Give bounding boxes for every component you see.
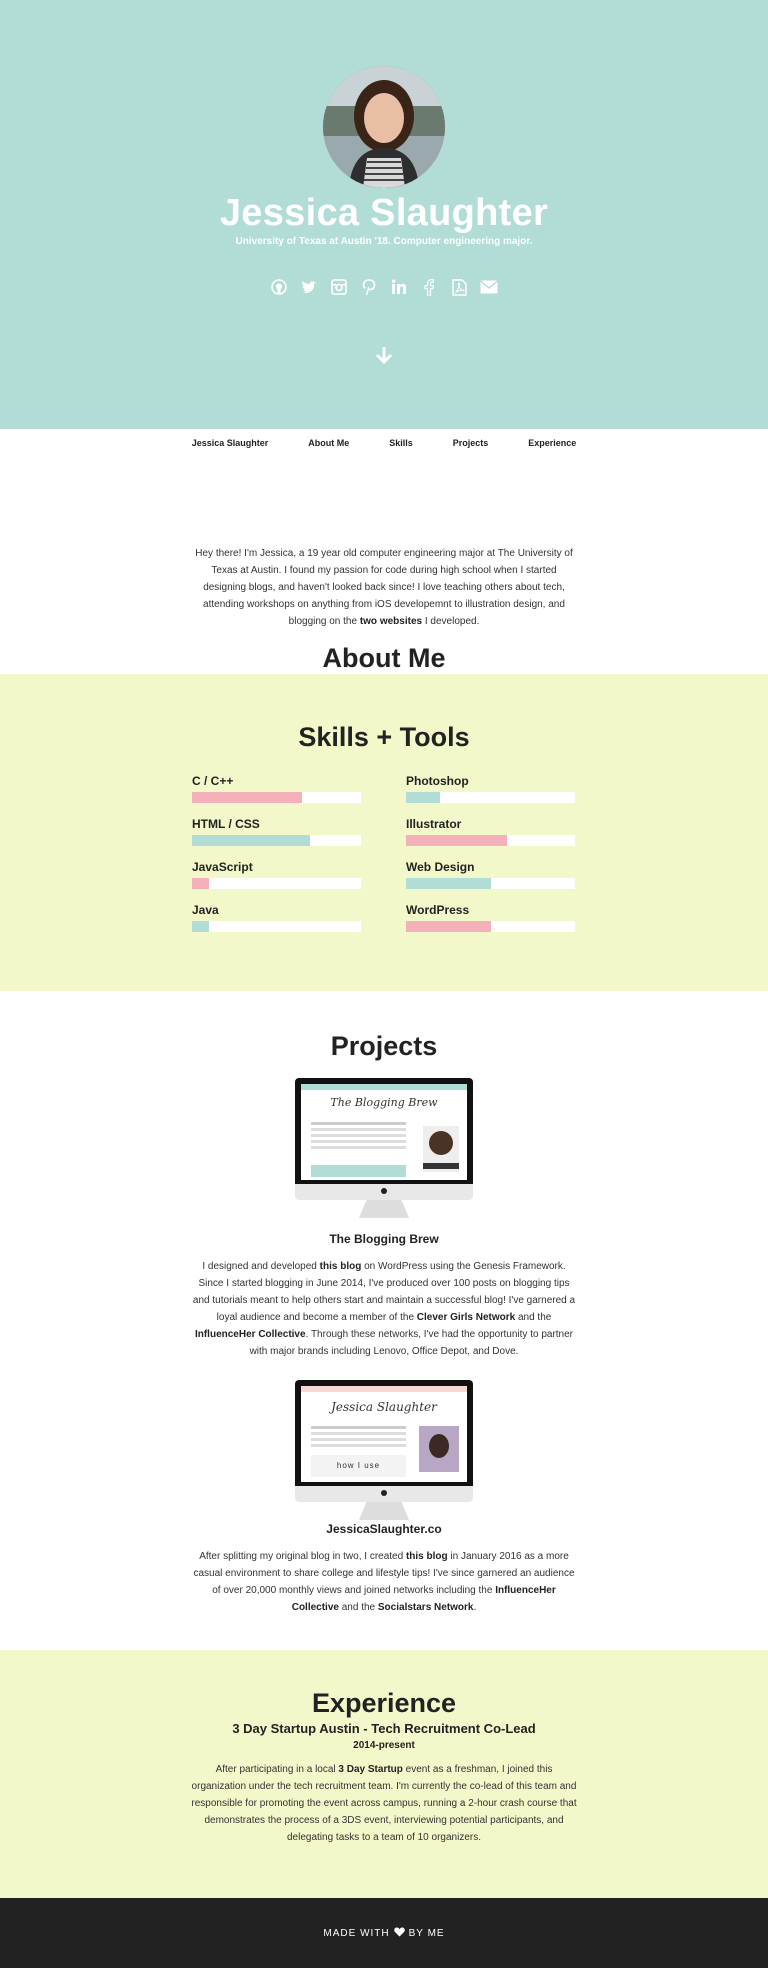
skill-item: HTML / CSS bbox=[192, 817, 361, 846]
skill-item: Photoshop bbox=[406, 774, 575, 803]
project-item: Jessica Slaughter how I use JessicaSlaug… bbox=[0, 1380, 768, 1616]
skill-bar-fill bbox=[192, 835, 311, 846]
skill-bar-fill bbox=[192, 921, 209, 932]
envelope-icon[interactable] bbox=[480, 278, 498, 296]
projects-title: Projects bbox=[330, 1031, 438, 1061]
screen-text: how I use bbox=[311, 1455, 406, 1477]
project-link[interactable]: this blog bbox=[406, 1551, 448, 1562]
skills-grid: C / C++ Photoshop HTML / CSS Illustrator… bbox=[192, 774, 576, 932]
linkedin-icon[interactable] bbox=[390, 278, 408, 296]
skill-name: HTML / CSS bbox=[192, 817, 260, 831]
skills-section: Skills + Tools C / C++ Photoshop HTML / … bbox=[0, 674, 768, 991]
skill-name: Illustrator bbox=[406, 817, 462, 831]
experience-section: Experience 3 Day Startup Austin - Tech R… bbox=[0, 1650, 768, 1898]
project-item: The Blogging Brew The Blogging Brew I de… bbox=[0, 1078, 768, 1360]
hero-name: Jessica Slaughter bbox=[219, 192, 549, 234]
nav-item-about[interactable]: About Me bbox=[288, 438, 369, 448]
about-title: About Me bbox=[322, 643, 446, 673]
skill-name: WordPress bbox=[406, 903, 470, 917]
pdf-icon[interactable] bbox=[450, 278, 468, 296]
skill-bar-fill bbox=[192, 792, 302, 803]
nav-item-home[interactable]: Jessica Slaughter bbox=[172, 438, 289, 448]
about-text: Hey there! I'm Jessica, a 19 year old co… bbox=[195, 548, 573, 627]
skill-name: Web Design bbox=[406, 860, 475, 874]
hero-section: Jessica Slaughter University of Texas at… bbox=[0, 0, 768, 429]
projects-section: Projects The Blogging Brew The Blogging … bbox=[0, 991, 768, 1650]
project-screenshot[interactable]: Jessica Slaughter how I use bbox=[295, 1380, 473, 1520]
skill-bar bbox=[406, 835, 575, 846]
hero-tagline: University of Texas at Austin '18. Compu… bbox=[235, 236, 533, 247]
skill-bar-fill bbox=[406, 835, 508, 846]
skill-item: WordPress bbox=[406, 903, 575, 932]
project-description: I designed and developed this blog on Wo… bbox=[192, 1261, 576, 1357]
github-icon[interactable] bbox=[270, 278, 288, 296]
skill-name: C / C++ bbox=[192, 774, 234, 788]
project-description: After splitting my original blog in two,… bbox=[193, 1551, 575, 1613]
skill-item: JavaScript bbox=[192, 860, 361, 889]
skill-name: Photoshop bbox=[406, 774, 469, 788]
skill-name: Java bbox=[192, 903, 219, 917]
experience-title: Experience bbox=[311, 1688, 457, 1718]
footer-credit: MADE WITH BY ME bbox=[0, 1927, 768, 1940]
screen-logo: The Blogging Brew bbox=[330, 1096, 438, 1109]
screen-logo: Jessica Slaughter bbox=[331, 1400, 437, 1414]
skill-bar bbox=[192, 921, 361, 932]
project-screenshot[interactable]: The Blogging Brew bbox=[295, 1078, 473, 1218]
skill-bar bbox=[192, 792, 361, 803]
experience-description: After participating in a local 3 Day Sta… bbox=[191, 1764, 577, 1843]
instagram-icon[interactable] bbox=[330, 278, 348, 296]
project-link[interactable]: this blog bbox=[320, 1261, 362, 1272]
skill-name: JavaScript bbox=[192, 860, 253, 874]
top-nav: Jessica Slaughter About Me Skills Projec… bbox=[0, 429, 768, 457]
facebook-icon[interactable] bbox=[420, 278, 438, 296]
heart-icon bbox=[393, 1927, 405, 1940]
experience-role: 3 Day Startup Austin - Tech Recruitment … bbox=[232, 1721, 536, 1736]
skill-bar-fill bbox=[406, 878, 491, 889]
skill-item: Java bbox=[192, 903, 361, 932]
pinterest-icon[interactable] bbox=[360, 278, 378, 296]
skill-bar-fill bbox=[192, 878, 209, 889]
footer: MADE WITH BY ME bbox=[0, 1898, 768, 1968]
skill-bar-fill bbox=[406, 921, 491, 932]
nav-item-experience[interactable]: Experience bbox=[508, 438, 596, 448]
twitter-icon[interactable] bbox=[300, 278, 318, 296]
skill-bar bbox=[406, 921, 575, 932]
skill-bar bbox=[406, 792, 575, 803]
profile-photo bbox=[323, 66, 445, 188]
skill-bar bbox=[192, 878, 361, 889]
project-title: The Blogging Brew bbox=[329, 1232, 439, 1246]
skill-item: Illustrator bbox=[406, 817, 575, 846]
arrow-down-icon[interactable] bbox=[375, 346, 393, 365]
skill-bar bbox=[192, 835, 361, 846]
skill-item: Web Design bbox=[406, 860, 575, 889]
footer-by-me: BY ME bbox=[408, 1928, 445, 1939]
nav-item-skills[interactable]: Skills bbox=[369, 438, 433, 448]
skill-bar-fill bbox=[406, 792, 440, 803]
experience-dates: 2014-present bbox=[353, 1740, 415, 1751]
skills-title: Skills + Tools bbox=[298, 722, 470, 752]
social-links bbox=[0, 278, 768, 296]
footer-made-with: MADE WITH bbox=[323, 1928, 390, 1939]
skill-item: C / C++ bbox=[192, 774, 361, 803]
about-section: About Me Hey there! I'm Jessica, a 19 ye… bbox=[0, 457, 768, 674]
project-title: JessicaSlaughter.co bbox=[326, 1522, 442, 1536]
nav-item-projects[interactable]: Projects bbox=[433, 438, 509, 448]
skill-bar bbox=[406, 878, 575, 889]
